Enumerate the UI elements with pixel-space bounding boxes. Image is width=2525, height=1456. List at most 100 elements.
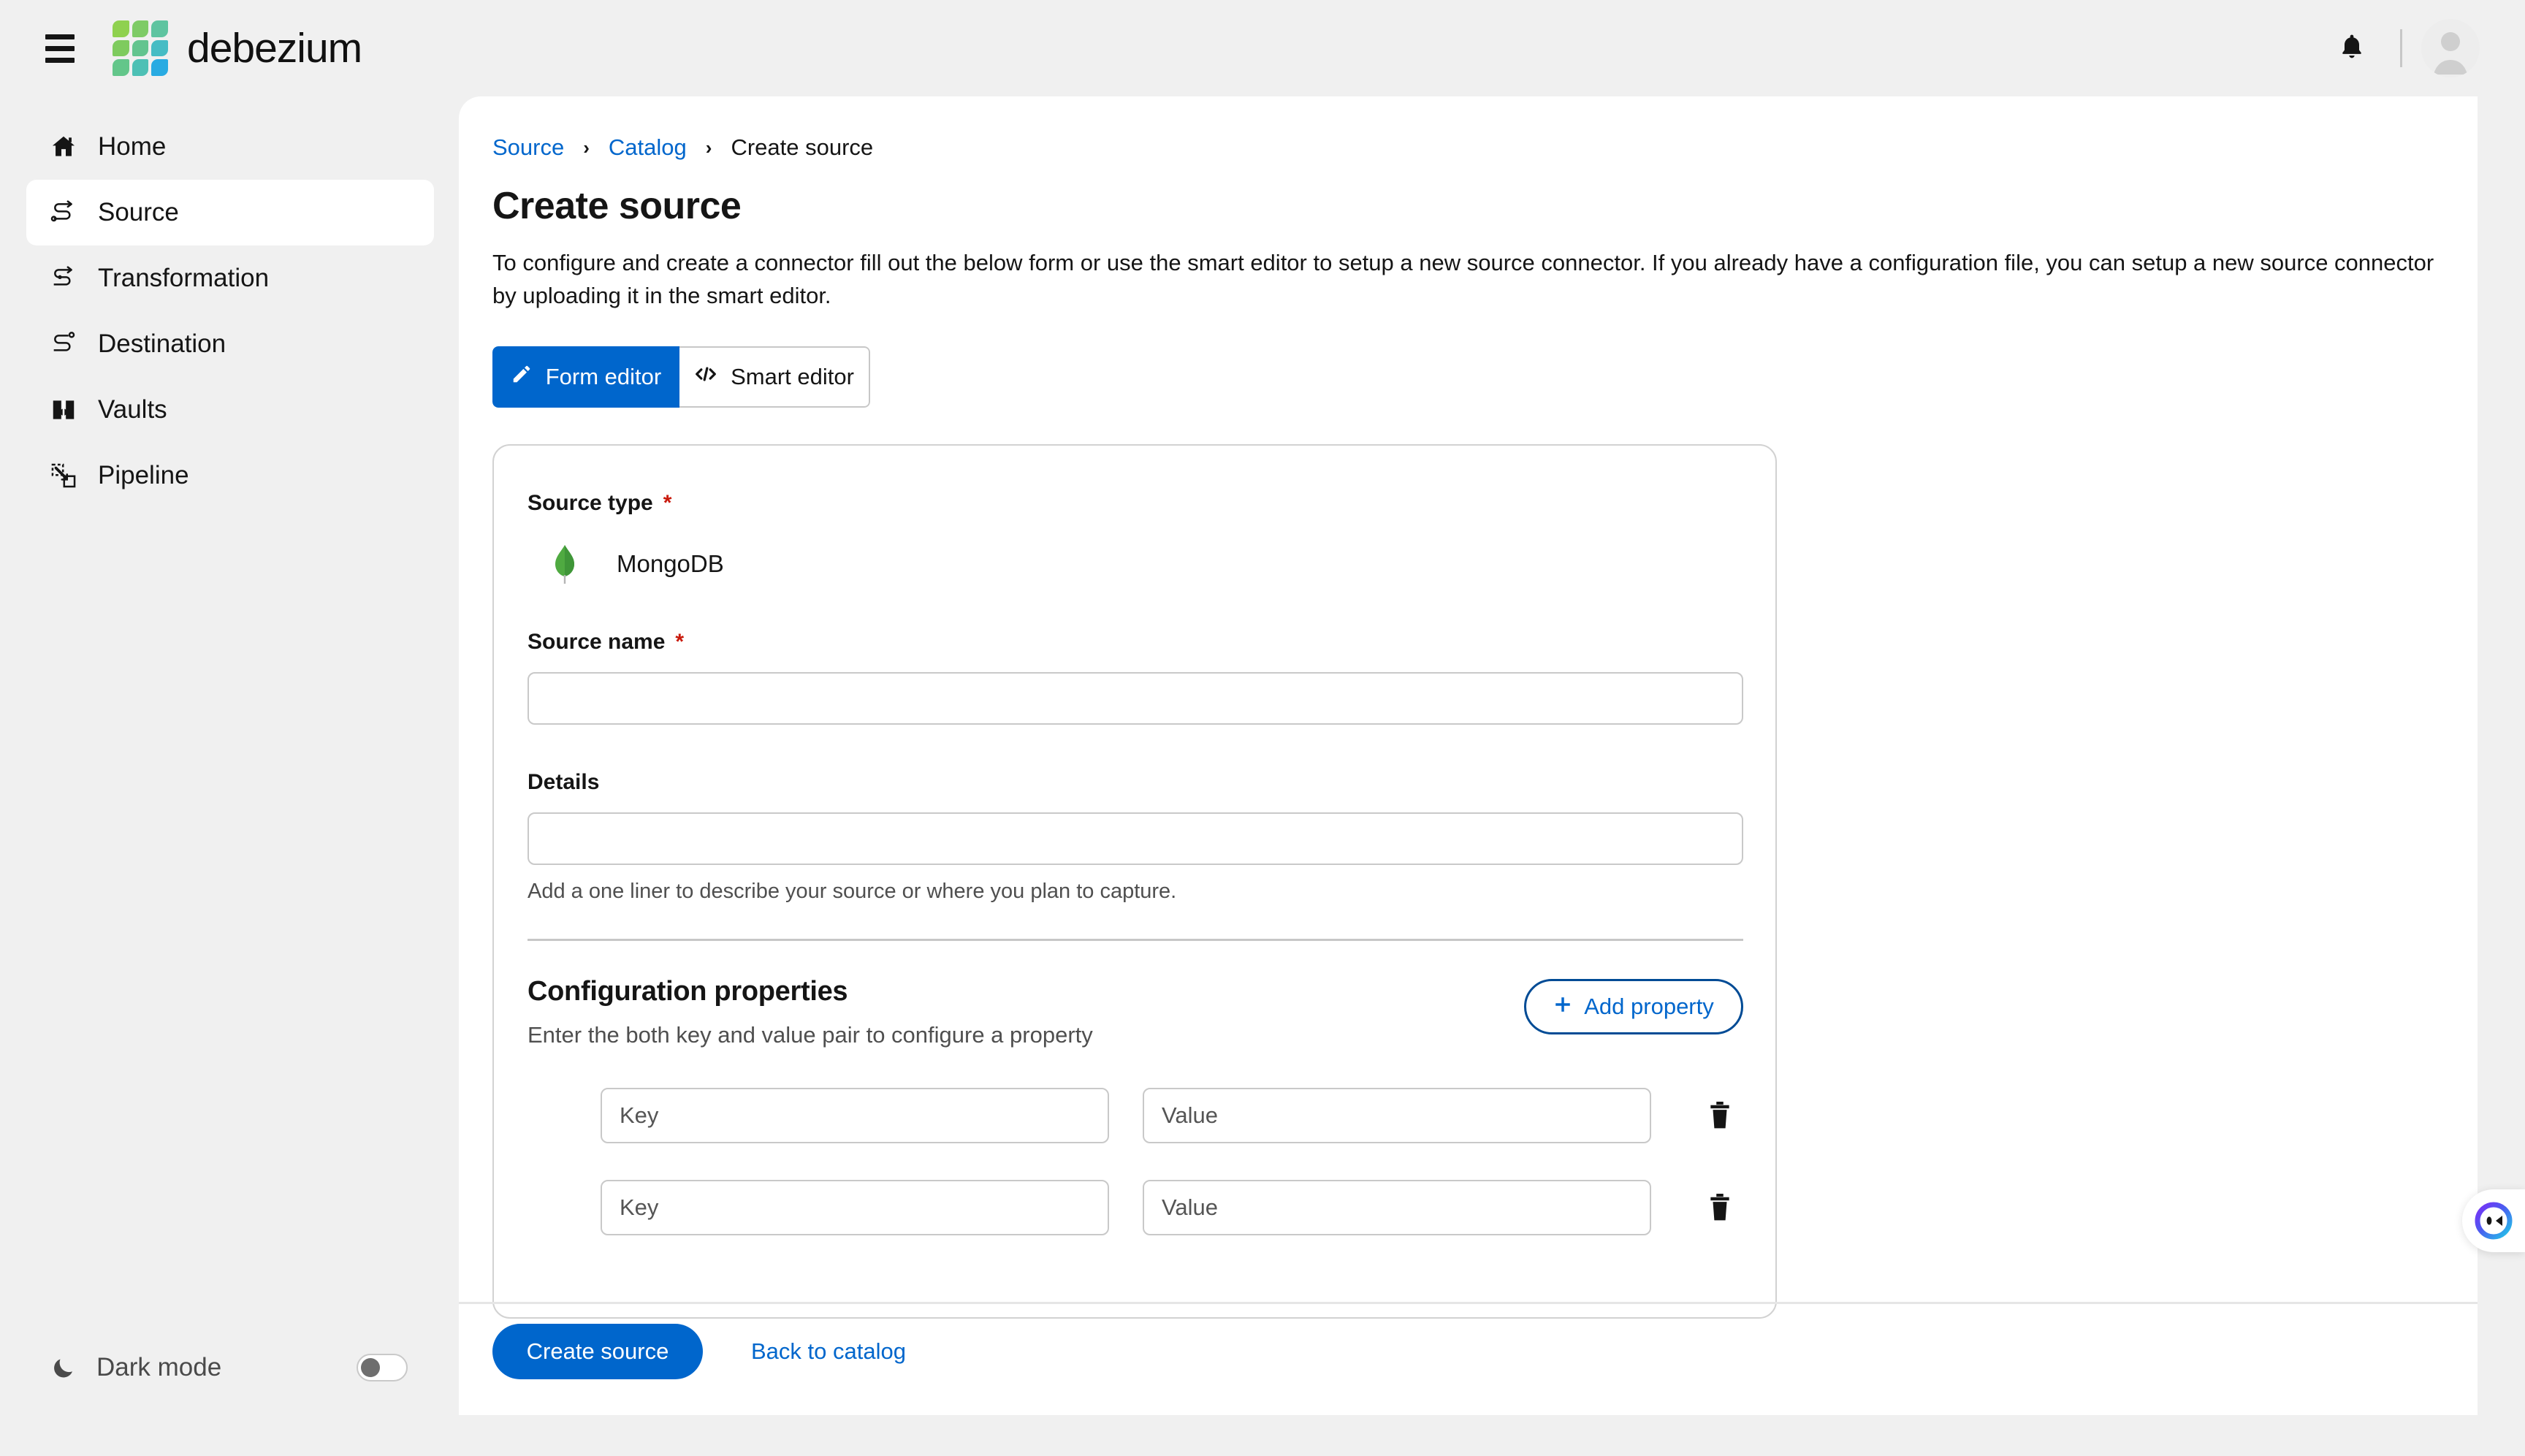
tab-form-editor[interactable]: Form editor: [492, 346, 679, 408]
breadcrumb-item-catalog[interactable]: Catalog: [609, 134, 687, 161]
sidebar-item-home[interactable]: Home: [26, 114, 434, 180]
property-value-input[interactable]: [1143, 1087, 1651, 1143]
page-title: Create source: [492, 185, 742, 227]
page-content: Source › Catalog › Create source Create …: [459, 96, 2478, 1319]
toggle-knob: [361, 1358, 380, 1377]
source-type-label: Source type *: [528, 491, 1742, 516]
logo-cell: [151, 39, 168, 57]
breadcrumb-item-current: Create source: [731, 134, 874, 160]
source-form-card: Source type * MongoDB Source name * Deta…: [492, 443, 1777, 1319]
details-input[interactable]: [528, 812, 1743, 865]
details-helper-text: Add a one liner to describe your source …: [528, 879, 1177, 903]
home-icon: [48, 132, 79, 162]
moon-icon: [48, 1352, 79, 1383]
source-type-name: MongoDB: [617, 549, 724, 577]
source-name-field: Source name *: [528, 630, 1743, 725]
hamburger-bar: [45, 45, 75, 51]
delete-property-trash-icon[interactable]: [1701, 1097, 1739, 1135]
label-text: Details: [528, 769, 600, 794]
label-text: Source type: [528, 490, 653, 515]
sidebar-item-pipeline[interactable]: Pipeline: [26, 443, 434, 508]
chevron-right-icon: ›: [705, 137, 712, 159]
logo-cell: [132, 39, 149, 57]
config-subtitle: Enter the both key and value pair to con…: [528, 1021, 1093, 1048]
pipeline-icon: [48, 460, 79, 491]
required-marker: *: [663, 490, 672, 515]
tab-label: Smart editor: [731, 363, 854, 389]
brand-name: debezium: [187, 25, 362, 72]
page-description: To configure and create a connector fill…: [492, 250, 2434, 308]
source-flow-icon: [48, 197, 79, 228]
logo-cell: [151, 59, 168, 76]
property-value-input[interactable]: [1143, 1179, 1651, 1235]
main-content-panel: Source › Catalog › Create source Create …: [459, 96, 2478, 1415]
brand-logo[interactable]: debezium: [113, 20, 362, 76]
footer-divider: [459, 1302, 2478, 1304]
debezium-logo-icon: [113, 20, 168, 76]
sidebar-item-source[interactable]: Source: [26, 180, 434, 245]
configuration-properties-header: Configuration properties Enter the both …: [528, 976, 1743, 1048]
back-to-catalog-link[interactable]: Back to catalog: [751, 1338, 906, 1365]
header-divider: [2400, 29, 2402, 67]
sidebar-item-label: Transformation: [98, 264, 270, 292]
sidebar-item-label: Vaults: [98, 395, 167, 424]
hamburger-menu-icon[interactable]: [45, 31, 79, 65]
plus-icon: [1553, 994, 1572, 1020]
header-actions: [2323, 19, 2480, 77]
tab-label: Form editor: [545, 363, 662, 389]
logo-cell: [113, 59, 129, 76]
sidebar-item-label: Home: [98, 132, 167, 161]
property-key-input[interactable]: [601, 1179, 1109, 1235]
source-name-label: Source name *: [528, 630, 1742, 655]
logo-cell: [151, 20, 168, 37]
details-field: Details Add a one liner to describe your…: [528, 770, 1743, 904]
transformation-flow-icon: [48, 263, 79, 294]
notifications-bell-icon[interactable]: [2323, 19, 2381, 77]
logo-cell: [113, 39, 129, 57]
tab-smart-editor[interactable]: Smart editor: [679, 346, 870, 408]
section-divider: [528, 938, 1743, 941]
hamburger-bar: [45, 34, 75, 39]
chat-assistant-icon: [2475, 1202, 2513, 1240]
details-label: Details: [528, 770, 1742, 795]
sidebar-item-label: Source: [98, 198, 179, 226]
dark-mode-label: Dark mode: [96, 1353, 222, 1381]
source-name-input[interactable]: [528, 671, 1743, 725]
pencil-icon: [511, 363, 533, 391]
sidebar-item-label: Destination: [98, 329, 226, 358]
delete-property-trash-icon[interactable]: [1701, 1189, 1739, 1227]
dark-mode-row: Dark mode: [0, 1352, 459, 1383]
config-heading-group: Configuration properties Enter the both …: [528, 976, 1093, 1048]
user-avatar[interactable]: [2421, 19, 2480, 77]
property-row: [601, 1179, 1742, 1235]
mongodb-leaf-icon: [548, 544, 582, 584]
editor-mode-toggle: Form editor Smart editor: [492, 346, 870, 408]
property-row: [601, 1087, 1742, 1143]
sidebar-item-label: Pipeline: [98, 461, 189, 489]
required-marker: *: [675, 629, 685, 654]
sidebar-item-destination[interactable]: Destination: [26, 311, 434, 377]
create-source-button[interactable]: Create source: [492, 1324, 703, 1379]
config-title: Configuration properties: [528, 975, 848, 1007]
property-key-input[interactable]: [601, 1087, 1109, 1143]
app-header: debezium: [0, 0, 2525, 96]
sidebar-item-vaults[interactable]: Vaults: [26, 377, 434, 443]
chat-assistant-widget[interactable]: [2462, 1189, 2525, 1252]
add-property-button[interactable]: Add property: [1524, 978, 1743, 1034]
label-text: Source name: [528, 629, 666, 654]
code-icon: [694, 364, 717, 390]
chevron-right-icon: ›: [583, 137, 590, 159]
property-rows: [528, 1087, 1742, 1235]
logo-cell: [132, 20, 149, 37]
dark-mode-toggle[interactable]: [357, 1354, 408, 1381]
footer-actions: Create source Back to catalog: [492, 1324, 906, 1379]
logo-cell: [132, 59, 149, 76]
breadcrumb: Source › Catalog › Create source: [492, 134, 2478, 161]
hamburger-bar: [45, 57, 75, 63]
logo-cell: [113, 20, 129, 37]
vault-book-icon: [48, 395, 79, 425]
breadcrumb-item-source[interactable]: Source: [492, 134, 564, 161]
sidebar-item-transformation[interactable]: Transformation: [26, 245, 434, 311]
source-type-value: MongoDB: [528, 544, 1742, 584]
add-property-label: Add property: [1584, 993, 1714, 1019]
